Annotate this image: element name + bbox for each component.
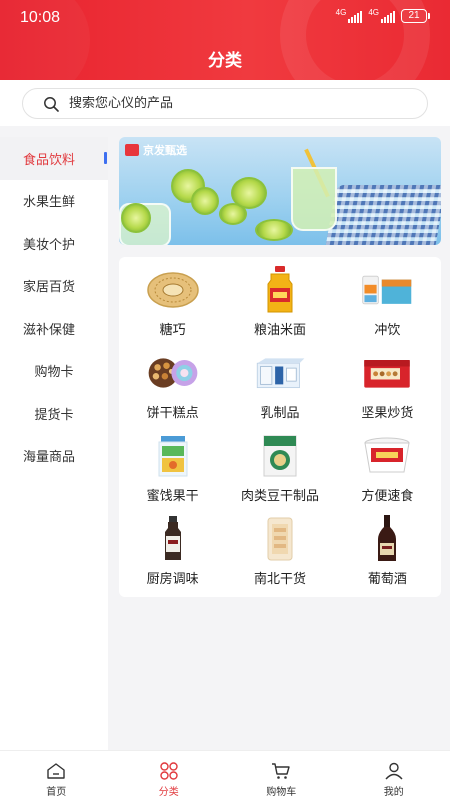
category-biscuits[interactable]: 饼干糕点	[119, 344, 226, 427]
dried-fruit-jar-icon	[147, 433, 199, 479]
search-icon	[44, 96, 59, 112]
sidebar-item-food-drinks[interactable]: 食品饮料	[0, 137, 108, 180]
page-title: 分类	[208, 51, 242, 71]
category-label: 葡萄酒	[367, 572, 407, 587]
cookie-tin-icon	[146, 267, 199, 313]
search-input[interactable]	[69, 96, 389, 111]
battery-level: 21	[401, 9, 427, 23]
category-grid: 糖巧 粮油米面 冲饮 饼干糕点 乳制品 坚果炒货 蜜饯果干 肉类豆干制品 方便速…	[119, 257, 441, 597]
category-label: 方便速食	[361, 489, 414, 504]
banner-brand: 京发甄选	[125, 142, 187, 158]
drink-box-icon	[361, 267, 413, 313]
sidebar-item-label: 家居百货	[23, 280, 76, 296]
search-area	[0, 80, 450, 126]
category-dairy[interactable]: 乳制品	[226, 344, 333, 427]
category-label: 肉类豆干制品	[240, 489, 319, 504]
category-meat-tofu[interactable]: 肉类豆干制品	[226, 427, 333, 510]
promo-banner[interactable]: 京发甄选	[119, 137, 441, 245]
nav-label: 购物车	[266, 787, 297, 798]
category-nuts[interactable]: 坚果炒货	[334, 344, 441, 427]
sidebar-item-label: 提货卡	[34, 407, 74, 423]
sauce-bottle-icon	[147, 516, 199, 562]
sidebar-item-household[interactable]: 家居百货	[0, 265, 108, 308]
banner-cloth-decoration	[325, 185, 441, 245]
biscuit-plate-icon	[147, 350, 199, 396]
status-icons: 4G 4G 21	[336, 9, 430, 23]
meat-pack-icon	[254, 433, 306, 479]
lime-decoration	[231, 177, 267, 209]
home-icon	[47, 763, 65, 779]
sidebar-item-label: 海量商品	[23, 450, 76, 466]
category-label: 南北干货	[253, 572, 306, 587]
category-label: 乳制品	[260, 406, 300, 421]
nav-label: 首页	[46, 787, 67, 798]
sidebar-item-label: 购物卡	[34, 365, 74, 381]
battery-icon: 21	[401, 9, 430, 23]
lime-decoration	[191, 187, 219, 215]
category-label: 冲饮	[374, 323, 401, 338]
brand-name: 京发甄选	[143, 144, 187, 157]
nut-gift-box-icon	[361, 350, 413, 396]
nav-category[interactable]: 分类	[113, 751, 226, 800]
brand-logo-icon	[125, 144, 139, 156]
milk-box-icon	[254, 350, 306, 396]
network-type: 4G	[368, 8, 379, 17]
sidebar-item-health[interactable]: 滋补保健	[0, 307, 108, 350]
category-wine[interactable]: 葡萄酒	[334, 510, 441, 593]
sidebar-item-label: 滋补保健	[23, 322, 76, 338]
header: 10:08 4G 4G 21 分类	[0, 0, 450, 80]
cart-icon	[272, 763, 290, 779]
lime-decoration	[255, 219, 293, 241]
nav-label: 分类	[158, 787, 179, 798]
category-condiments[interactable]: 厨房调味	[119, 510, 226, 593]
wine-bottle-icon	[361, 515, 413, 562]
category-dry-goods[interactable]: 南北干货	[226, 510, 333, 593]
sidebar-item-pickup-card[interactable]: 提货卡	[0, 392, 108, 435]
network-type: 4G	[335, 8, 347, 17]
instant-noodle-cup-icon	[361, 433, 413, 479]
sidebar-item-label: 水果生鲜	[23, 195, 76, 211]
nav-home[interactable]: 首页	[0, 751, 113, 800]
category-grain-oil[interactable]: 粮油米面	[226, 261, 333, 344]
category-dried-fruit[interactable]: 蜜饯果干	[119, 427, 226, 510]
sidebar-item-shopping-card[interactable]: 购物卡	[0, 350, 108, 393]
search-box[interactable]	[22, 88, 428, 119]
category-label: 糖巧	[159, 323, 186, 338]
category-beverage[interactable]: 冲饮	[334, 261, 441, 344]
active-indicator	[104, 152, 107, 164]
category-label: 坚果炒货	[361, 406, 414, 421]
sidebar-item-beauty[interactable]: 美妆个护	[0, 222, 108, 265]
sidebar-item-fresh-fruit[interactable]: 水果生鲜	[0, 180, 108, 223]
sidebar-item-label: 美妆个护	[23, 237, 76, 253]
category-label: 蜜饯果干	[146, 489, 199, 504]
category-icon	[160, 762, 178, 780]
user-icon	[385, 762, 403, 780]
nav-label: 我的	[383, 787, 404, 798]
cellular-signal-icon: 4G	[368, 9, 395, 23]
category-label: 厨房调味	[146, 572, 199, 587]
sidebar-item-more-goods[interactable]: 海量商品	[0, 435, 108, 478]
nav-profile[interactable]: 我的	[338, 751, 450, 800]
banner-drink-decoration	[291, 167, 337, 231]
category-label: 粮油米面	[253, 323, 306, 338]
status-time: 10:08	[20, 9, 61, 26]
lime-decoration	[121, 203, 151, 233]
status-bar: 10:08 4G 4G 21	[0, 0, 450, 36]
category-label: 饼干糕点	[146, 406, 199, 421]
category-panel: 糖巧 粮油米面 冲饮 饼干糕点 乳制品 坚果炒货 蜜饯果干 肉类豆干制品 方便速…	[119, 257, 441, 597]
nav-cart[interactable]: 购物车	[225, 751, 338, 800]
bottom-nav: 首页 分类 购物车 我的	[0, 750, 450, 800]
oil-bottle-icon	[254, 266, 306, 313]
category-instant-food[interactable]: 方便速食	[334, 427, 441, 510]
category-sidebar: 食品饮料 水果生鲜 美妆个护 家居百货 滋补保健 购物卡 提货卡 海量商品	[0, 137, 108, 750]
sidebar-item-label: 食品饮料	[23, 152, 76, 168]
category-candy[interactable]: 糖巧	[119, 261, 226, 344]
dry-goods-bag-icon	[254, 516, 306, 562]
cellular-signal-icon: 4G	[336, 9, 363, 23]
